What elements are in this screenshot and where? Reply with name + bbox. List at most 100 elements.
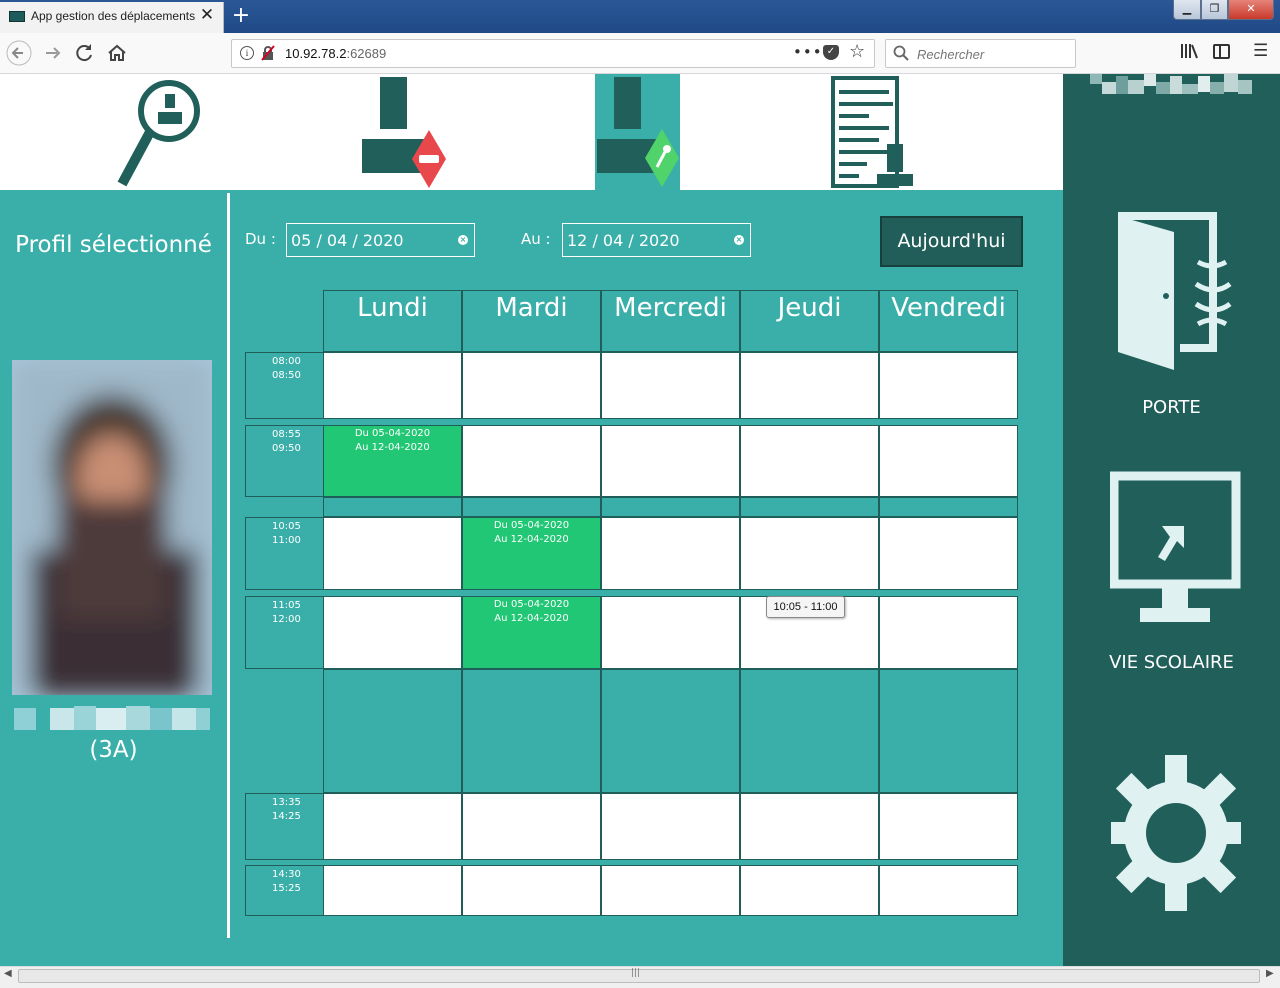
slot-start: 08:00	[272, 356, 301, 367]
school-life-label[interactable]: VIE SCOLAIRE	[1063, 652, 1280, 673]
time-tooltip: 10:05 - 11:00	[766, 596, 845, 618]
authorized-cell[interactable]: Du 05-04-2020 Au 12-04-2020	[323, 425, 462, 497]
divider	[227, 193, 230, 938]
home-icon[interactable]	[104, 40, 130, 66]
time-slot: 11:05 12:00	[245, 596, 324, 669]
slot-start: 13:35	[272, 797, 301, 808]
url-port: :62689	[346, 46, 387, 61]
schedule-cell[interactable]	[462, 425, 601, 497]
back-arrow-icon[interactable]	[6, 40, 32, 66]
tab-close-icon[interactable]: ✕	[198, 5, 216, 25]
schedule-cell[interactable]	[740, 352, 879, 419]
schedule-cell[interactable]	[462, 352, 601, 419]
break-cell	[740, 497, 879, 517]
slot-end: 14:25	[272, 811, 301, 822]
schedule-cell[interactable]	[323, 517, 462, 590]
to-date-clear-icon[interactable]: ×	[734, 235, 744, 245]
today-button[interactable]: Aujourd'hui	[880, 216, 1023, 267]
schedule-cell[interactable]	[601, 596, 740, 669]
bookmark-star-icon[interactable]: ☆	[849, 41, 865, 62]
window-close-button[interactable]: ✕	[1228, 0, 1274, 20]
door-button[interactable]	[1110, 212, 1235, 372]
slot-start: 10:05	[272, 521, 301, 532]
scroll-right-arrow-icon[interactable]: ▶	[1266, 968, 1274, 979]
schedule-cell[interactable]	[323, 865, 462, 916]
schedule-cell[interactable]	[879, 517, 1018, 590]
authorization-from: Du 05-04-2020	[493, 520, 570, 531]
schedule-cell[interactable]	[740, 425, 879, 497]
sidebar-toggle-icon[interactable]	[1213, 44, 1230, 59]
schedule-cell[interactable]	[323, 793, 462, 860]
school-life-button[interactable]	[1109, 470, 1242, 630]
schedule-cell[interactable]	[740, 865, 879, 916]
schedule-cell[interactable]	[740, 517, 879, 590]
authorized-cell[interactable]: Du 05-04-2020 Au 12-04-2020	[462, 517, 601, 590]
tab-title: App gestion des déplacements	[31, 9, 196, 23]
schedule-cell[interactable]	[879, 352, 1018, 419]
scrollbar-grip-icon: |||	[631, 968, 641, 978]
search-profile-button[interactable]	[112, 74, 207, 190]
door-label[interactable]: PORTE	[1063, 397, 1280, 418]
profile-class: (3A)	[89, 737, 138, 763]
schedule-cell[interactable]	[462, 865, 601, 916]
schedule-cell[interactable]	[879, 793, 1018, 860]
slot-start: 08:55	[272, 429, 301, 440]
tab-favicon-icon	[9, 11, 25, 22]
day-header-mercredi: Mercredi	[601, 290, 740, 352]
schedule-cell[interactable]	[879, 865, 1018, 916]
schedule-cell[interactable]	[601, 425, 740, 497]
user-name-redacted	[1090, 74, 1252, 96]
from-label: Du :	[245, 230, 276, 248]
new-tab-button[interactable]: +	[230, 3, 252, 29]
schedule-cell[interactable]	[601, 517, 740, 590]
authorization-to: Au 12-04-2020	[494, 613, 569, 624]
schedule-cell[interactable]	[601, 352, 740, 419]
slot-start: 14:30	[272, 869, 301, 880]
insecure-lock-icon[interactable]	[260, 45, 276, 61]
schedule-cell[interactable]	[323, 352, 462, 419]
authorization-to: Au 12-04-2020	[494, 534, 569, 545]
break-cell	[601, 497, 740, 517]
schedule-document-icon	[831, 76, 913, 188]
search-icon	[893, 45, 909, 65]
from-date-clear-icon[interactable]: ×	[458, 235, 468, 245]
add-authorization-button[interactable]	[595, 74, 680, 190]
page-actions-menu-icon[interactable]: •••	[793, 43, 823, 61]
schedule-cell[interactable]	[462, 793, 601, 860]
door-icon	[1118, 212, 1232, 370]
slot-end: 08:50	[272, 370, 301, 381]
lunch-cell	[740, 669, 879, 793]
schedule-cell[interactable]	[601, 865, 740, 916]
forward-arrow-icon[interactable]	[40, 40, 66, 66]
authorized-cell[interactable]: Du 05-04-2020 Au 12-04-2020	[462, 596, 601, 669]
from-date-value: 05 / 04 / 2020	[291, 231, 404, 250]
authorization-to: Au 12-04-2020	[355, 442, 430, 453]
schedule-cell[interactable]	[879, 596, 1018, 669]
url-text[interactable]: 10.92.78.2:62689	[285, 46, 386, 61]
reload-icon[interactable]	[72, 40, 98, 66]
info-icon[interactable]: i	[240, 46, 254, 60]
profile-name-redacted	[14, 706, 210, 732]
schedule-cell[interactable]	[879, 425, 1018, 497]
hamburger-menu-icon[interactable]: ☰	[1253, 41, 1268, 61]
day-header-mardi: Mardi	[462, 290, 601, 352]
schedule-document-button[interactable]	[825, 74, 920, 190]
day-header-jeudi: Jeudi	[740, 290, 879, 352]
remove-authorization-button[interactable]	[355, 74, 455, 190]
window-minimize-button[interactable]: ▁	[1173, 0, 1201, 20]
profile-photo	[12, 360, 212, 695]
window-maximize-button[interactable]: ❐	[1201, 0, 1228, 20]
time-slot: 08:00 08:50	[245, 352, 324, 419]
schedule-cell[interactable]	[740, 793, 879, 860]
slot-end: 15:25	[272, 883, 301, 894]
schedule-cell[interactable]	[601, 793, 740, 860]
schedule-cell[interactable]	[323, 596, 462, 669]
search-profile-icon	[117, 80, 200, 187]
time-slot: 08:55 09:50	[245, 425, 324, 497]
library-icon[interactable]	[1180, 43, 1198, 63]
settings-button[interactable]	[1104, 755, 1248, 911]
lunch-cell	[601, 669, 740, 793]
scroll-left-arrow-icon[interactable]: ◀	[4, 968, 12, 979]
day-header-vendredi: Vendredi	[879, 290, 1018, 352]
slot-start: 11:05	[272, 600, 301, 611]
